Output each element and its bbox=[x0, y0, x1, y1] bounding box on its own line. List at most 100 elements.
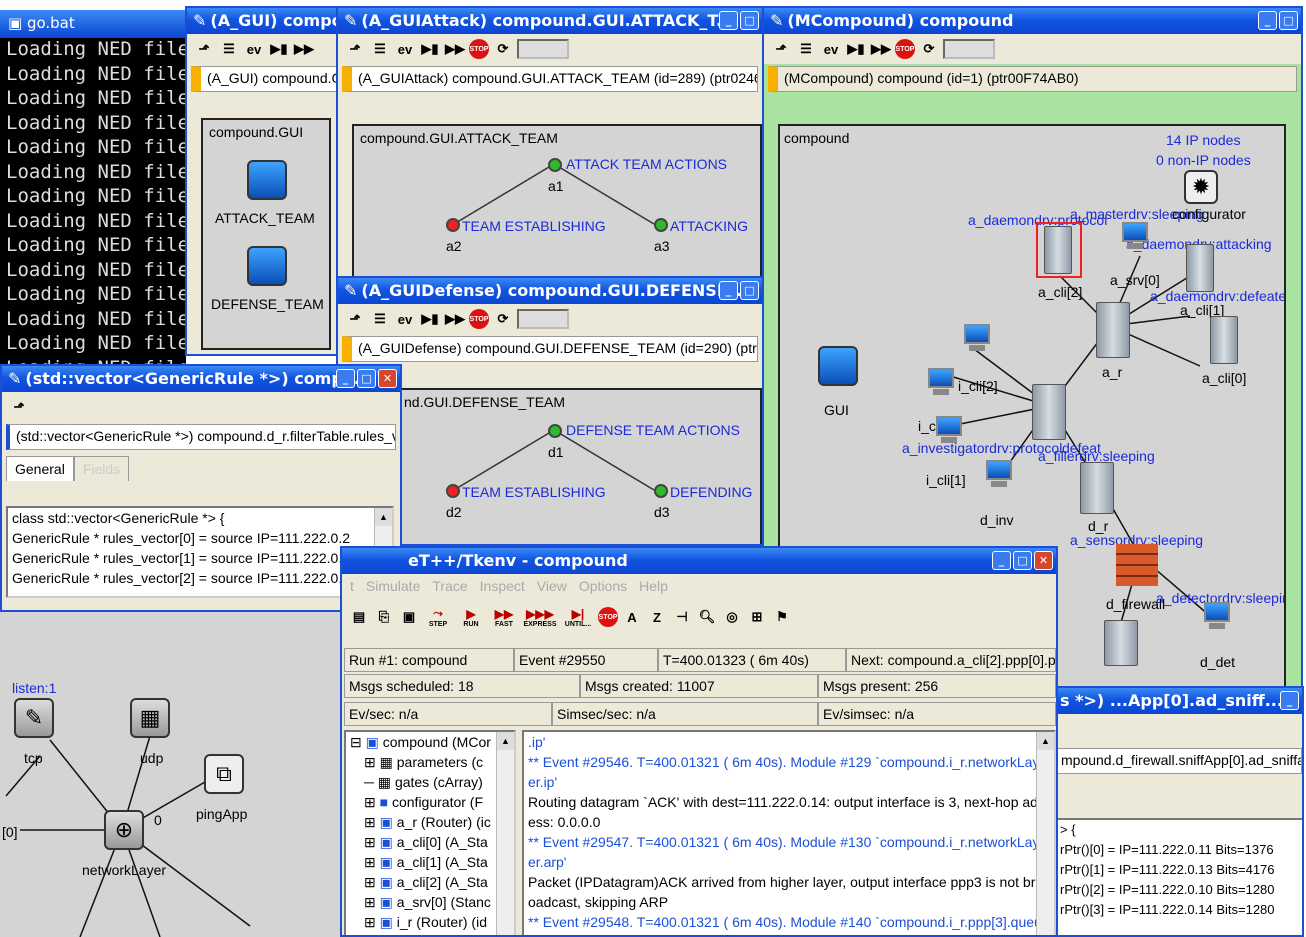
events-icon[interactable]: ev bbox=[243, 38, 265, 60]
step-button[interactable]: ⤳ STEP bbox=[423, 606, 453, 628]
d-det-computer-icon[interactable] bbox=[1204, 602, 1234, 632]
parent-icon[interactable]: ⬏ bbox=[344, 308, 366, 330]
attack-window-titlebar[interactable]: ✎ (A_GUIAttack) compound.GUI.ATTACK_T... … bbox=[338, 8, 762, 34]
inspect-icon[interactable]: ☰ bbox=[369, 308, 391, 330]
a-srv-server-icon[interactable] bbox=[1186, 244, 1214, 292]
i-cl-computer-icon[interactable] bbox=[928, 368, 958, 398]
load-ned-icon[interactable]: ⎘ bbox=[373, 606, 395, 628]
monitor-icon[interactable] bbox=[247, 246, 287, 286]
a-cli0-server-icon[interactable] bbox=[1210, 316, 1238, 364]
inspect-icon[interactable]: ☰ bbox=[369, 38, 391, 60]
zoom-slider[interactable] bbox=[943, 39, 995, 59]
menu-view[interactable]: View bbox=[537, 578, 567, 596]
stop-icon[interactable]: STOP bbox=[469, 309, 489, 329]
fast-button[interactable]: ▶▶ FAST bbox=[489, 606, 519, 628]
until-button[interactable]: ▶| UNTIL... bbox=[561, 606, 595, 628]
firewall-icon[interactable] bbox=[1116, 544, 1158, 586]
left-action-node[interactable] bbox=[446, 218, 460, 232]
step-icon[interactable]: ▶▮ bbox=[419, 308, 441, 330]
events-icon[interactable]: ev bbox=[394, 38, 416, 60]
stop-icon[interactable]: STOP bbox=[895, 39, 915, 59]
step-icon[interactable]: ▶▮ bbox=[419, 38, 441, 60]
close-button[interactable]: ✕ bbox=[1034, 551, 1053, 570]
maximize-button[interactable]: □ bbox=[740, 281, 759, 300]
menu-simulate[interactable]: Simulate bbox=[366, 578, 420, 596]
tab-fields[interactable]: Fields bbox=[73, 456, 130, 481]
tcp-icon[interactable]: ✎ bbox=[14, 698, 54, 738]
search-icon[interactable]: 🔍︎ bbox=[696, 606, 718, 628]
maximize-button[interactable]: □ bbox=[1013, 551, 1032, 570]
split-icon[interactable]: ⊞ bbox=[746, 606, 768, 628]
gui-monitor-icon[interactable] bbox=[818, 346, 858, 386]
parent-icon[interactable]: ⬏ bbox=[8, 396, 30, 418]
menu-help[interactable]: Help bbox=[639, 578, 668, 596]
tree-item[interactable]: ⊞ ▣ a_srv[0] (Stanc bbox=[346, 892, 514, 912]
minimize-button[interactable]: _ bbox=[1280, 691, 1299, 710]
tree-item[interactable]: ⊞ ▣ a_r (Router) (ic bbox=[346, 812, 514, 832]
run-icon[interactable]: ▶▶ bbox=[870, 38, 892, 60]
zoom-icon[interactable]: Z bbox=[646, 606, 668, 628]
tree-item[interactable]: ⊞ ▣ a_cli[2] (A_Sta bbox=[346, 872, 514, 892]
pingapp-icon[interactable]: ⧉ bbox=[204, 754, 244, 794]
tree-item[interactable]: ⊟ ▣ compound (MCor bbox=[346, 732, 514, 752]
inspect-icon[interactable]: ◎ bbox=[721, 606, 743, 628]
refresh-icon[interactable]: ⟳ bbox=[492, 308, 514, 330]
tree-item[interactable]: ⊞ ▣ a_cli[0] (A_Sta bbox=[346, 832, 514, 852]
udp-icon[interactable]: ▦ bbox=[130, 698, 170, 738]
zoom-slider[interactable] bbox=[517, 39, 569, 59]
tree-item[interactable]: ⊞ ▣ a_cli[1] (A_Sta bbox=[346, 852, 514, 872]
menu-inspect[interactable]: Inspect bbox=[480, 578, 525, 596]
step-icon[interactable]: ▶▮ bbox=[845, 38, 867, 60]
refresh-icon[interactable]: ⟳ bbox=[492, 38, 514, 60]
menu-item[interactable]: t bbox=[350, 578, 354, 596]
close-button[interactable]: ✕ bbox=[378, 369, 397, 388]
run-icon[interactable]: ▶▶ bbox=[444, 308, 466, 330]
sniff-window-titlebar[interactable]: s *>) ...App[0].ad_sniff... _ bbox=[1054, 688, 1302, 714]
tree-item[interactable]: ⊞ ■ configurator (F bbox=[346, 792, 514, 812]
run-button[interactable]: ▶ RUN bbox=[456, 606, 486, 628]
refresh-icon[interactable]: ⟳ bbox=[918, 38, 940, 60]
run-icon[interactable]: ▶▶ bbox=[444, 38, 466, 60]
tree-item[interactable]: ⊞ ▦ parameters (c bbox=[346, 752, 514, 772]
right-action-node[interactable] bbox=[654, 484, 668, 498]
scrollbar[interactable] bbox=[496, 732, 514, 935]
minimize-button[interactable]: _ bbox=[1258, 11, 1277, 30]
zoom-slider[interactable] bbox=[517, 309, 569, 329]
right-action-node[interactable] bbox=[654, 218, 668, 232]
root-action-node[interactable] bbox=[548, 158, 562, 172]
a-r-router-icon[interactable] bbox=[1096, 302, 1130, 358]
parent-icon[interactable]: ⬏ bbox=[193, 38, 215, 60]
mcompound-titlebar[interactable]: ✎ (MCompound) compound _ □ bbox=[764, 8, 1301, 34]
tkenv-titlebar[interactable]: eT++/Tkenv - compound _ □ ✕ bbox=[342, 548, 1056, 574]
scrollbar[interactable] bbox=[1036, 732, 1054, 935]
maximize-button[interactable]: □ bbox=[357, 369, 376, 388]
find-icon[interactable]: A bbox=[621, 606, 643, 628]
maximize-button[interactable]: □ bbox=[740, 11, 759, 30]
tab-general[interactable]: General bbox=[6, 456, 74, 481]
vector-window-titlebar[interactable]: ✎ (std::vector<GenericRule *>) compo... _… bbox=[2, 366, 400, 392]
root-action-node[interactable] bbox=[548, 424, 562, 438]
timeline-icon[interactable]: ⊣ bbox=[671, 606, 693, 628]
d-det-server-icon[interactable] bbox=[1104, 620, 1138, 666]
stop-icon[interactable]: STOP bbox=[469, 39, 489, 59]
configurator-icon[interactable]: ✹ bbox=[1184, 170, 1218, 204]
minimize-button[interactable]: _ bbox=[719, 11, 738, 30]
monitor-icon[interactable] bbox=[247, 160, 287, 200]
network-layer-icon[interactable]: ⊕ bbox=[104, 810, 144, 850]
parent-icon[interactable]: ⬏ bbox=[770, 38, 792, 60]
run-icon[interactable]: ▶▶ bbox=[293, 38, 315, 60]
filter-icon[interactable]: ⚑ bbox=[771, 606, 793, 628]
step-icon[interactable]: ▶▮ bbox=[268, 38, 290, 60]
defense-window-titlebar[interactable]: ✎ (A_GUIDefense) compound.GUI.DEFENSE_...… bbox=[338, 278, 762, 304]
stop-icon[interactable]: STOP bbox=[598, 607, 618, 627]
parent-icon[interactable]: ⬏ bbox=[344, 38, 366, 60]
tree-item[interactable]: ⊞ ▣ i_r (Router) (id bbox=[346, 912, 514, 932]
events-icon[interactable]: ev bbox=[394, 308, 416, 330]
inspect-icon[interactable]: ☰ bbox=[795, 38, 817, 60]
left-action-node[interactable] bbox=[446, 484, 460, 498]
menu-options[interactable]: Options bbox=[579, 578, 627, 596]
tree-item[interactable]: ─ ▦ gates (cArray) bbox=[346, 772, 514, 792]
new-run-icon[interactable]: ▤ bbox=[348, 606, 370, 628]
i-r-router-icon[interactable] bbox=[1032, 384, 1066, 440]
maximize-button[interactable]: □ bbox=[1279, 11, 1298, 30]
